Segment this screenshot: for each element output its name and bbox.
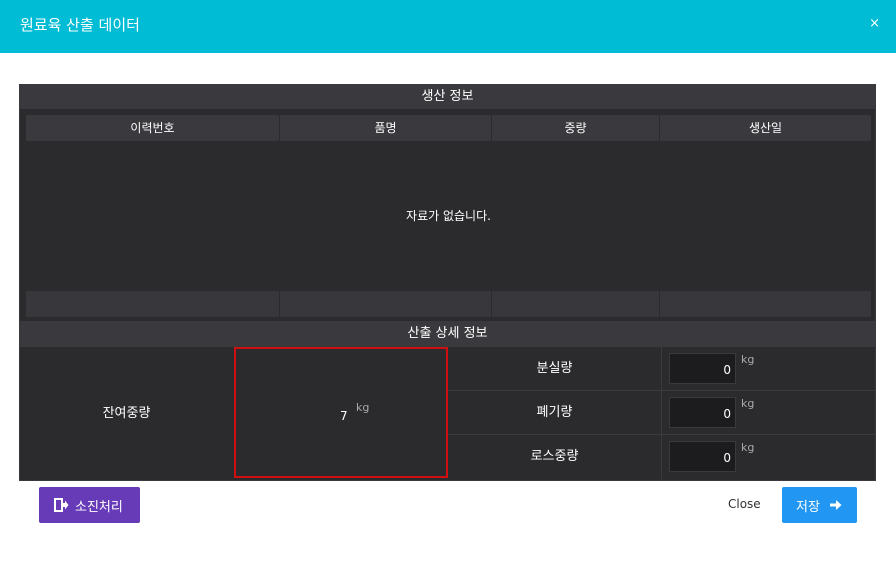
production-grid: 이력번호 품명 중량 생산일 자료가 없습니다.	[26, 115, 871, 319]
remaining-weight-unit: kg	[356, 401, 370, 414]
loss-weight-row: 로스중량 0 kg	[448, 435, 875, 479]
loss-amount-unit: kg	[741, 353, 755, 366]
production-section-title: 생산 정보	[20, 85, 875, 109]
grid-header-row: 이력번호 품명 중량 생산일	[26, 115, 871, 141]
grid-footer-row	[26, 291, 871, 317]
arrow-right-icon	[830, 500, 842, 510]
dialog-title: 원료육 산출 데이터	[20, 16, 140, 34]
loss-amount-row: 분실량 0 kg	[448, 347, 875, 391]
footer-cell	[280, 291, 492, 317]
disposal-amount-unit: kg	[741, 397, 755, 410]
loss-amount-input[interactable]: 0	[669, 353, 736, 384]
loss-amount-label: 분실량	[448, 347, 662, 391]
loss-weight-unit: kg	[741, 441, 755, 454]
consume-button[interactable]: 소진처리	[39, 487, 140, 523]
remaining-weight-cell: 7 kg	[234, 347, 448, 478]
disposal-amount-input[interactable]: 0	[669, 397, 736, 428]
footer-cell	[26, 291, 280, 317]
empty-message: 자료가 없습니다.	[406, 209, 491, 223]
loss-weight-label: 로스중량	[448, 435, 662, 479]
save-button[interactable]: 저장	[782, 487, 857, 523]
remaining-weight-value: 7	[340, 409, 348, 423]
detail-section-title: 산출 상세 정보	[20, 321, 875, 347]
sign-out-icon	[54, 498, 69, 512]
detail-table: 잔여중량 7 kg 분실량 0 kg 폐기량 0 kg 로스중량 0 kg	[20, 347, 875, 480]
remaining-weight-label: 잔여중량	[102, 406, 151, 421]
save-button-label: 저장	[796, 500, 820, 515]
disposal-amount-row: 폐기량 0 kg	[448, 391, 875, 435]
footer-cell	[492, 291, 660, 317]
loss-weight-input[interactable]: 0	[669, 441, 736, 472]
consume-button-label: 소진처리	[75, 500, 123, 515]
column-header-weight[interactable]: 중량	[492, 115, 660, 141]
data-panel: 생산 정보 이력번호 품명 중량 생산일 자료가 없습니다. 산출 상세 정보 …	[19, 84, 876, 481]
dialog-header: 원료육 산출 데이터 ×	[0, 0, 896, 53]
close-icon[interactable]: ×	[869, 16, 880, 31]
column-header-production-date[interactable]: 생산일	[660, 115, 871, 141]
disposal-amount-label: 폐기량	[448, 391, 662, 435]
footer-cell	[660, 291, 871, 317]
column-header-trace-no[interactable]: 이력번호	[26, 115, 280, 141]
close-button[interactable]: Close	[728, 497, 761, 511]
column-header-item-name[interactable]: 품명	[280, 115, 492, 141]
